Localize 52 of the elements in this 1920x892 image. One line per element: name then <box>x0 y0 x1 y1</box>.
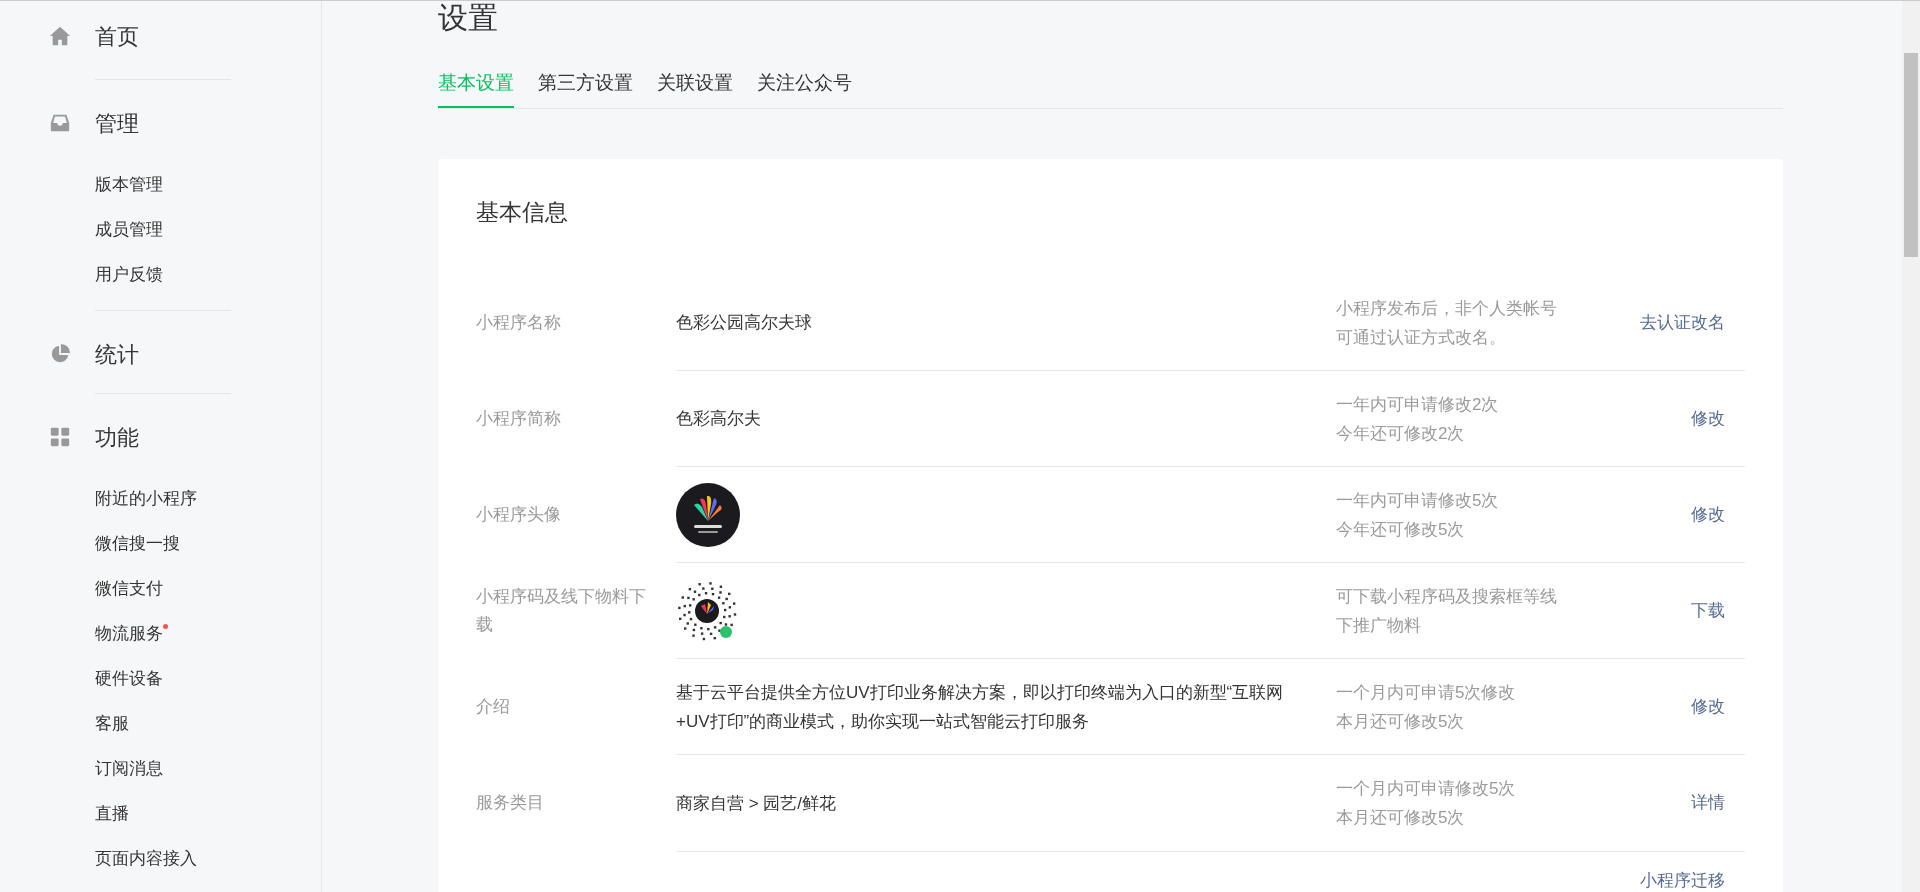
action-link[interactable]: 详情 <box>1691 790 1725 816</box>
pie-chart-icon <box>49 343 71 365</box>
migrate-link[interactable]: 小程序迁移 <box>1640 868 1725 892</box>
action-link[interactable]: 修改 <box>1691 501 1725 528</box>
scrollbar-thumb[interactable] <box>1904 53 1918 257</box>
field-value: 色彩公园高尔夫球 <box>676 313 812 332</box>
tab[interactable]: 关联设置 <box>657 69 733 108</box>
field-label: 小程序简称 <box>476 408 562 430</box>
field-label: 小程序名称 <box>476 312 562 334</box>
field-hint: 一个月内可申请修改5次 本月还可修改5次 <box>1336 778 1517 829</box>
home-icon <box>49 25 71 47</box>
action-link[interactable]: 修改 <box>1691 693 1725 720</box>
grid-icon <box>49 426 71 448</box>
field-label: 小程序码及线下物料下载 <box>476 586 647 636</box>
field-label: 小程序头像 <box>476 504 562 526</box>
field-label: 服务类目 <box>476 792 545 814</box>
tab[interactable]: 关注公众号 <box>757 69 852 108</box>
nav-item[interactable]: 成员管理 <box>95 217 163 243</box>
field-label: 介绍 <box>476 696 511 718</box>
field-hint: 一个月内可申请5次修改 本月还可修改5次 <box>1336 681 1517 733</box>
nav-item[interactable]: 微信搜一搜 <box>95 531 180 557</box>
action-link[interactable]: 去认证改名 <box>1640 309 1725 336</box>
field-value: 色彩高尔夫 <box>676 409 761 428</box>
field-value: 商家自营 > 园艺/鲜花 <box>676 793 837 813</box>
page-title: 设置 <box>438 1 499 35</box>
section-title: 基本信息 <box>476 197 569 227</box>
tab[interactable]: 第三方设置 <box>538 69 633 108</box>
action-link[interactable]: 修改 <box>1691 405 1725 432</box>
logo-avatar <box>676 482 740 547</box>
field-hint: 一年内可申请修改2次 今年还可修改2次 <box>1336 393 1500 445</box>
qr-code-drawing <box>676 579 738 642</box>
nav-item[interactable]: 直播 <box>95 801 129 827</box>
inbox-icon <box>49 112 71 134</box>
nav-item[interactable]: 页面内容接入 <box>95 846 197 872</box>
nav-section-label[interactable]: 统计 <box>95 337 139 371</box>
field-value: 基于云平台提供全方位UV打印业务解决方案，即以打印终端为入口的新型“互联网+UV打印”的商业模式，助你实现一站式智能云打印服务 <box>676 682 1284 731</box>
nav-item[interactable]: 硬件设备 <box>95 666 163 692</box>
field-hint: 可下载小程序码及搜索框等线 下推广物料 <box>1336 585 1558 637</box>
scrollbar[interactable] <box>1902 1 1920 892</box>
field-hint: 小程序发布后，非个人类帐号 可通过认证方式改名。 <box>1336 297 1558 349</box>
nav-section-label[interactable]: 功能 <box>95 420 139 454</box>
nav-item[interactable]: 物流服务 <box>95 621 163 647</box>
nav-section-label[interactable]: 管理 <box>95 106 139 140</box>
nav-item[interactable]: 客服 <box>95 711 129 737</box>
action-link[interactable]: 下载 <box>1691 597 1725 624</box>
nav-item[interactable]: 微信支付 <box>95 576 163 602</box>
field-hint: 一年内可申请修改5次 今年还可修改5次 <box>1336 489 1500 541</box>
nav-item[interactable]: 订阅消息 <box>95 756 163 782</box>
nav-item[interactable]: 附近的小程序 <box>95 486 197 512</box>
nav-item[interactable]: 用户反馈 <box>95 262 163 288</box>
nav-item[interactable]: 版本管理 <box>95 172 163 198</box>
nav-section-label[interactable]: 首页 <box>95 19 139 53</box>
